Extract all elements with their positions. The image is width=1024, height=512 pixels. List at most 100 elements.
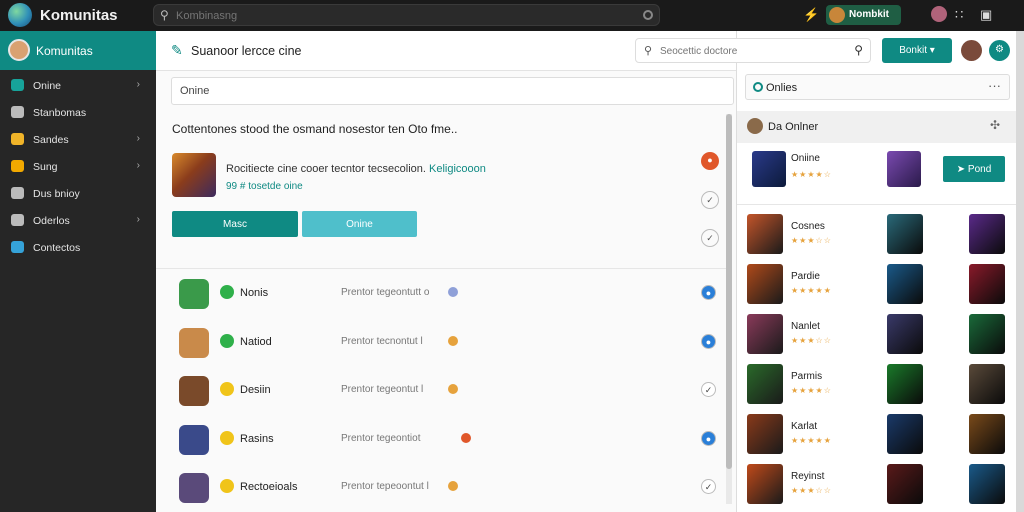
action-icon[interactable]: ● [701,333,716,349]
game-image[interactable] [747,214,783,254]
sidebar-item[interactable]: Contectos [0,235,156,261]
item-name: Natiod [240,335,272,348]
user-avatar[interactable] [961,40,982,61]
scrollbar-thumb[interactable] [726,114,732,469]
item-description: Prentor tegeontut l [341,384,424,395]
secondary-button[interactable]: Onine [302,211,417,237]
action-icon[interactable]: ✓ [701,382,716,397]
game-image-2[interactable] [887,214,923,254]
game-image[interactable] [747,364,783,404]
chevron-right-icon[interactable]: › [137,160,140,171]
game-image-3[interactable] [969,264,1005,304]
game-image-2[interactable] [887,364,923,404]
game-name: Parmis [791,371,823,382]
primary-button[interactable]: Masc [172,211,298,237]
post-thumbnail[interactable] [172,153,216,197]
post-description-text: Rocitiecte cine cooer tecntor tecsecolio… [226,163,426,175]
game-image-2[interactable] [887,464,923,504]
sidebar-item[interactable]: Oderlos › [0,208,156,234]
game-image-2[interactable] [887,414,923,454]
game-rating: ★★★★☆ [791,386,832,395]
post-link[interactable]: Keligicooon [429,163,486,175]
game-image-3[interactable] [969,414,1005,454]
grid-icon[interactable]: ∷ [955,7,963,23]
top-dropdown-label: Bonkit [899,45,927,56]
item-thumbnail [179,473,209,503]
list-item[interactable]: Desiin Prentor tegeontut l ✓ [156,368,726,416]
top-bar: Komunitas ⚲ ⚡ Nombkit ∷ ▣ [0,0,1024,31]
alert-icon[interactable]: ● [701,152,719,170]
chevron-right-icon[interactable]: › [137,214,140,225]
top-search-input[interactable] [176,8,636,23]
chevron-right-icon[interactable]: › [137,133,140,144]
pencil-icon [11,187,24,199]
sidebar-item-label: Onine [33,80,62,92]
scrollbar[interactable] [726,114,732,504]
game-image[interactable] [747,414,783,454]
settings-icon[interactable]: ⚙ [989,40,1010,61]
user-avatar[interactable] [931,6,947,22]
featured-game-image[interactable] [752,151,786,187]
top-search-bar[interactable]: ⚲ [153,4,660,26]
tag-icon [461,432,471,443]
featured-action-button[interactable]: ➤ Pond [943,156,1005,182]
right-search-bar[interactable]: ⚲ ⚲ [635,38,871,63]
online-tab[interactable]: Onlies ··· [745,74,1010,100]
featured-game-image-2[interactable] [887,151,921,187]
profile-pill[interactable]: Nombkit [826,5,901,25]
sidebar-item[interactable]: Sung › [0,154,156,180]
game-image[interactable] [747,314,783,354]
status-icon [220,430,234,445]
action-icon[interactable]: ✓ [701,479,716,494]
game-image-3[interactable] [969,214,1005,254]
post-title: Cottentones stood the osmand nosestor te… [172,122,458,136]
sidebar-item[interactable]: Dus bnioy [0,181,156,207]
page-title: Suanoor lercce cine [191,44,302,58]
game-image[interactable] [747,464,783,504]
sidebar-header[interactable]: Komunitas [0,31,156,70]
game-image-2[interactable] [887,264,923,304]
bolt-icon[interactable]: ⚡ [803,7,819,23]
bolt-icon [11,133,24,145]
right-panel: ⚲ ⚲ Bonkit ▾ ⚙ Onlies ··· Da Onlner ✣ On… [635,31,1017,512]
check-icon[interactable]: ✓ [701,191,719,209]
list-item[interactable]: Rectoeioals Prentor tepeoontut l ✓ [156,465,726,512]
scrollbar[interactable] [1016,31,1024,512]
search-icon[interactable]: ⚲ [854,43,863,57]
game-image[interactable] [747,264,783,304]
chevron-right-icon[interactable]: › [137,79,140,90]
tag-icon [448,384,458,394]
sidebar-header-label: Komunitas [36,44,93,58]
sidebar-item[interactable]: Onine › [0,73,156,99]
action-icon[interactable]: ● [701,285,716,300]
list-item[interactable]: Nonis Prentor tegeontutt o ● [156,271,726,319]
right-search-input[interactable] [660,44,850,58]
item-name: Nonis [240,287,269,299]
game-image-3[interactable] [969,314,1005,354]
search-icon: ⚲ [644,45,653,57]
more-icon[interactable]: ··· [988,78,1001,93]
sidebar-item[interactable]: Sandes › [0,127,156,153]
featured-game-name: Oniine [791,153,820,164]
tab-online[interactable]: Onine [171,77,734,105]
camera-icon[interactable] [643,10,653,20]
game-image-3[interactable] [969,464,1005,504]
check-icon[interactable]: ✓ [701,229,719,247]
online-label: Onlies [766,82,798,94]
tag-icon [448,287,458,297]
game-image-3[interactable] [969,364,1005,404]
sidebar-item[interactable]: Stanbomas [0,100,156,126]
search-icon: ⚲ [160,8,169,22]
list-item[interactable]: Natiod Prentor tecnontut l ● [156,320,726,368]
item-thumbnail [179,376,209,406]
list-item[interactable]: Rasins Prentor tegeontiot ● [156,417,726,465]
avatar [747,118,763,134]
game-rating: ★★★★★ [791,436,832,445]
home-icon [11,79,24,91]
pin-icon[interactable]: ✣ [990,118,1000,132]
top-dropdown-button[interactable]: Bonkit ▾ [882,38,952,63]
sidebar-item-label: Oderlos [33,215,70,227]
action-icon[interactable]: ● [701,430,716,446]
game-image-2[interactable] [887,314,923,354]
box-icon[interactable]: ▣ [980,7,992,23]
